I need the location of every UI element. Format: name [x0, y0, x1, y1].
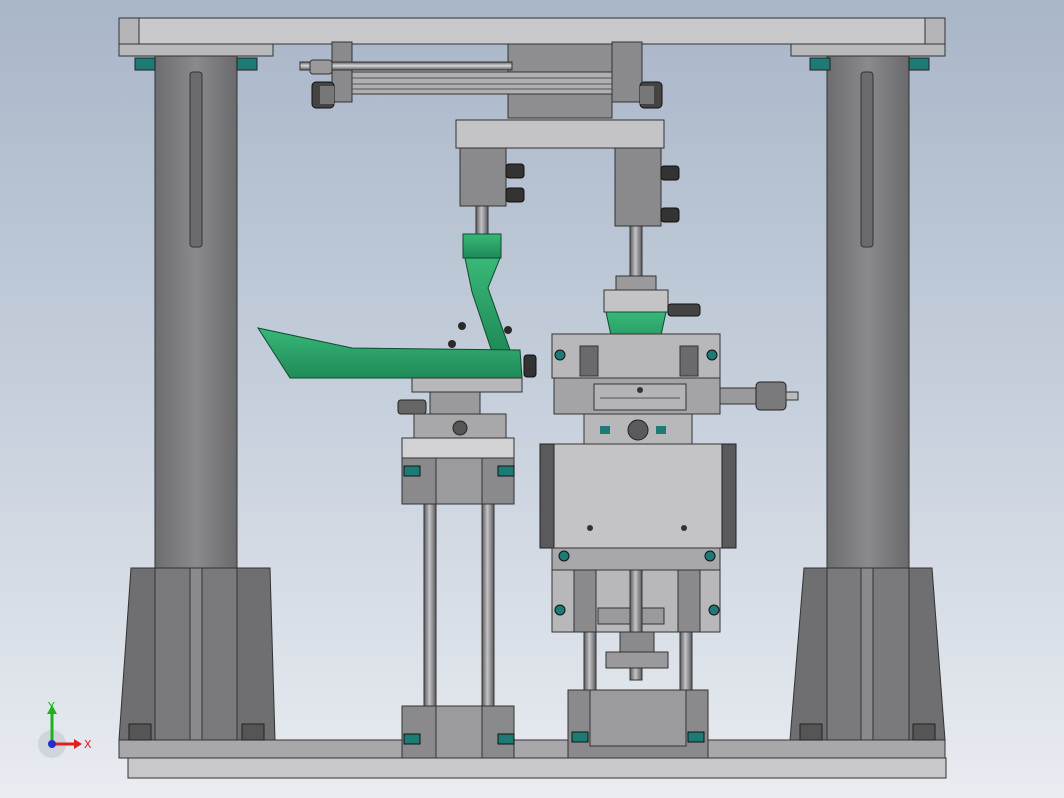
top-slide-cylinder[interactable] — [299, 41, 663, 119]
y-axis-label: Y — [47, 700, 55, 713]
left-xy-stage[interactable] — [397, 377, 523, 459]
assembly-drawing: Y X — [38, 17, 947, 779]
base-plate[interactable] — [118, 739, 947, 779]
x-axis-label: X — [84, 738, 92, 751]
cad-viewport[interactable]: Y X — [0, 0, 1064, 798]
left-lift-block[interactable] — [401, 457, 515, 759]
green-gripper-arm[interactable] — [256, 233, 537, 379]
left-column[interactable] — [118, 55, 276, 741]
right-fixture-top-plate[interactable] — [551, 333, 721, 379]
right-xy-stage[interactable] — [553, 377, 799, 445]
right-column[interactable] — [789, 55, 946, 741]
coordinate-triad: Y X — [38, 700, 92, 758]
